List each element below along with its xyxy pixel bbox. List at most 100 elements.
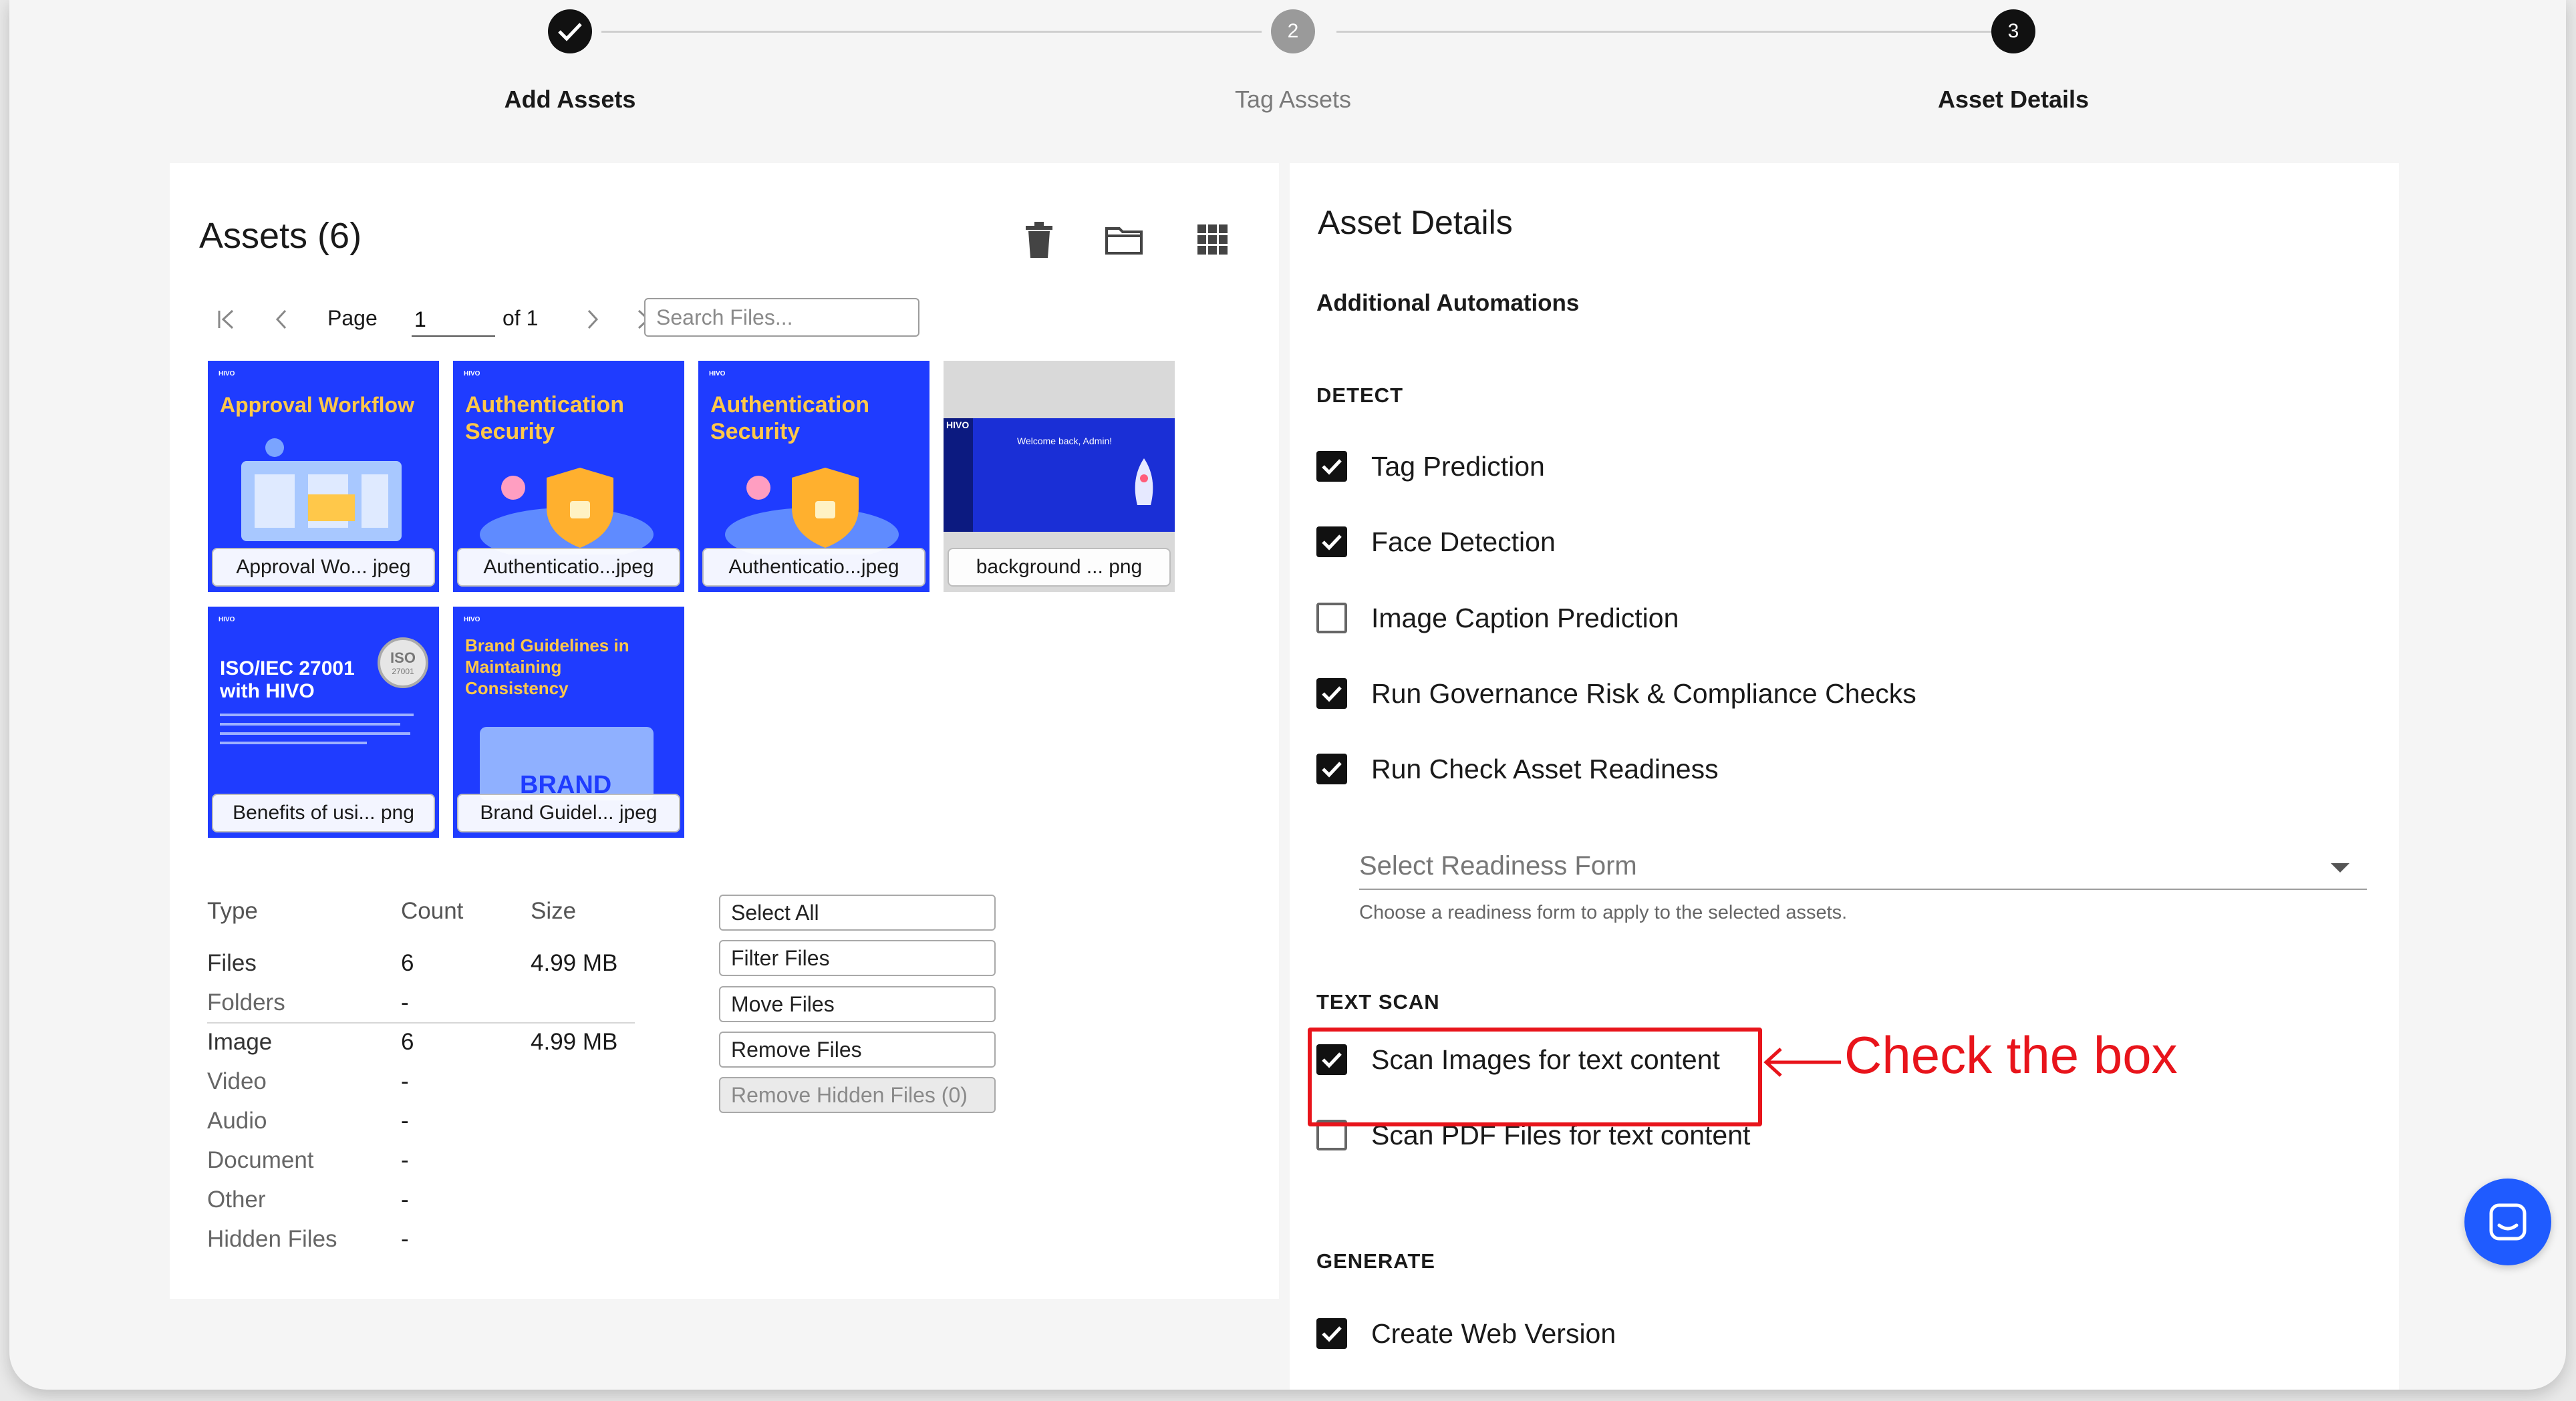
hivo-logo: HIVO: [219, 616, 235, 623]
stats-count: -: [401, 989, 409, 1016]
step-2-number[interactable]: 2: [1271, 9, 1315, 53]
stats-count: 6: [401, 1029, 414, 1055]
governance-checks-label: Run Governance Risk & Compliance Checks: [1371, 677, 1916, 709]
step-1-complete[interactable]: [548, 9, 592, 53]
stats-type: Audio: [207, 1108, 267, 1134]
image-caption-checkbox[interactable]: [1316, 603, 1347, 633]
page-of-label: of 1: [503, 306, 539, 330]
annotation-highlight-box: [1308, 1028, 1762, 1126]
grid-view-button[interactable]: [1189, 216, 1236, 263]
select-all-button[interactable]: Select All: [719, 895, 996, 931]
stats-header-size: Size: [531, 898, 577, 924]
shield-lock-illustration-icon: [725, 468, 899, 555]
stats-count: -: [401, 1068, 409, 1094]
first-page-button[interactable]: [210, 299, 243, 339]
face-detection-option[interactable]: Face Detection: [1316, 522, 1556, 562]
step-connector: [601, 31, 1262, 33]
stats-type: Folders: [207, 989, 285, 1016]
stats-count: -: [401, 1147, 409, 1173]
dashboard-screenshot: HIVO Welcome back, Admin!: [944, 418, 1175, 532]
checkmark-icon: [1322, 686, 1342, 702]
thumbnail-title: Brand Guidelines in Maintaining Consiste…: [465, 635, 629, 698]
asset-readiness-checkbox[interactable]: [1316, 754, 1347, 784]
table-row: Document -: [207, 1147, 635, 1181]
prev-page-button[interactable]: [265, 299, 298, 339]
additional-automations-heading: Additional Automations: [1316, 290, 1580, 316]
search-files-input[interactable]: [644, 298, 919, 337]
stats-type: Image: [207, 1029, 273, 1055]
asset-readiness-option[interactable]: Run Check Asset Readiness: [1316, 749, 1719, 789]
step-connector: [1336, 31, 1991, 33]
stats-count: 6: [401, 950, 414, 976]
chat-support-button[interactable]: [2464, 1179, 2551, 1265]
dashboard-sidebar: [944, 418, 973, 532]
checkmark-icon: [1322, 1326, 1342, 1342]
remove-hidden-files-button[interactable]: Remove Hidden Files (0): [719, 1077, 996, 1113]
hivo-logo: HIVO: [946, 420, 970, 430]
step-2-label: Tag Assets: [1234, 86, 1352, 113]
asset-thumbnail[interactable]: HIVO Welcome back, Admin! background ...…: [944, 361, 1175, 592]
assets-title: Assets (6): [199, 216, 362, 256]
text-scan-section-label: TEXT SCAN: [1316, 990, 1440, 1014]
checkmark-icon: [1322, 459, 1342, 475]
thumbnail-title: Authentication Security: [710, 392, 869, 444]
stats-size: 4.99 MB: [531, 950, 618, 976]
iso-badge-text: ISO: [390, 649, 416, 666]
stats-type: Other: [207, 1187, 266, 1213]
face-detection-checkbox[interactable]: [1316, 526, 1347, 557]
create-web-version-label: Create Web Version: [1371, 1317, 1616, 1349]
stats-count: -: [401, 1187, 409, 1213]
table-row: Hidden Files -: [207, 1226, 635, 1259]
step-3-label: Asset Details: [1937, 86, 2090, 113]
chat-icon: [2489, 1203, 2527, 1241]
create-web-version-option[interactable]: Create Web Version: [1316, 1313, 1616, 1354]
create-web-version-checkbox[interactable]: [1316, 1318, 1347, 1349]
first-page-icon: [218, 309, 234, 329]
generate-section-label: GENERATE: [1316, 1249, 1435, 1273]
tag-prediction-option[interactable]: Tag Prediction: [1316, 446, 1545, 486]
delete-button[interactable]: [1016, 216, 1062, 263]
trash-icon: [1026, 222, 1052, 258]
stats-count: -: [401, 1226, 409, 1252]
move-files-button[interactable]: Move Files: [719, 986, 996, 1022]
image-caption-option[interactable]: Image Caption Prediction: [1316, 598, 1679, 638]
asset-thumbnail[interactable]: HIVO Authentication Security Authenticat…: [698, 361, 929, 592]
thumbnail-title: Approval Workflow: [220, 393, 414, 417]
filter-files-button[interactable]: Filter Files: [719, 940, 996, 976]
tag-prediction-checkbox[interactable]: [1316, 451, 1347, 482]
stats-header-row: Type Count Size: [207, 898, 635, 931]
thumbnail-caption: Authenticatio...jpeg: [702, 548, 925, 587]
governance-checks-option[interactable]: Run Governance Risk & Compliance Checks: [1316, 673, 1916, 714]
asset-thumbnail[interactable]: HIVO ISO/IEC 27001 with HIVO ISO 27001 B…: [208, 607, 439, 838]
grid-icon: [1197, 224, 1228, 255]
checkmark-icon: [558, 23, 582, 41]
stats-size: 4.99 MB: [531, 1029, 618, 1055]
folder-icon: [1105, 227, 1143, 255]
detect-section-label: DETECT: [1316, 383, 1403, 407]
asset-thumbnail[interactable]: HIVO Brand Guidelines in Maintaining Con…: [453, 607, 684, 838]
thumbnail-title: ISO/IEC 27001 with HIVO: [220, 657, 355, 702]
folder-button[interactable]: [1101, 216, 1147, 263]
stats-type: Document: [207, 1147, 314, 1173]
stats-header-count: Count: [401, 898, 464, 924]
dropdown-arrow-icon: [2331, 863, 2349, 873]
asset-thumbnail[interactable]: HIVO Approval Workflow Approval Wo... jp…: [208, 361, 439, 592]
stats-header-type: Type: [207, 898, 258, 924]
page-label: Page: [327, 306, 378, 330]
page-input[interactable]: [412, 303, 495, 337]
step-3-number[interactable]: 3: [1991, 9, 2035, 53]
checkmark-icon: [1322, 762, 1342, 778]
iso-badge-icon: ISO 27001: [378, 637, 428, 688]
readiness-form-helper: Choose a readiness form to apply to the …: [1359, 902, 1848, 923]
thumbnail-title: Authentication Security: [465, 392, 624, 444]
governance-checks-checkbox[interactable]: [1316, 678, 1347, 709]
face-detection-label: Face Detection: [1371, 526, 1556, 557]
stats-type: Hidden Files: [207, 1226, 337, 1252]
shield-lock-illustration-icon: [480, 468, 654, 555]
next-page-button[interactable]: [576, 299, 609, 339]
asset-thumbnail[interactable]: HIVO Authentication Security Authenticat…: [453, 361, 684, 592]
step-1-label: Add Assets: [504, 86, 636, 113]
thumbnail-caption: Authenticatio...jpeg: [457, 548, 680, 587]
readiness-form-select[interactable]: Select Readiness Form: [1359, 843, 2367, 890]
remove-files-button[interactable]: Remove Files: [719, 1032, 996, 1068]
